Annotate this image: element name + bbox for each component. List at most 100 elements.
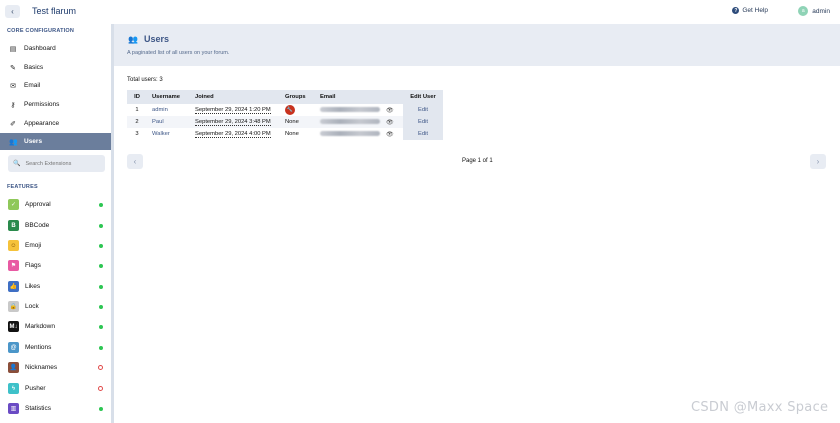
sidebar-item-appearance[interactable]: ✐ Appearance (0, 115, 111, 132)
table-row: 2 Paul September 29, 2024 3:48 PM None 👁… (127, 116, 443, 128)
user-id: 2 (127, 116, 147, 128)
sidebar-item-pusher[interactable]: ϟ Pusher (0, 379, 111, 398)
sidebar-item-label: Nicknames (25, 364, 58, 371)
key-icon: ⚷ (10, 101, 16, 109)
table-row: 3 Walker September 29, 2024 4:00 PM None… (127, 128, 443, 140)
joined-date: September 29, 2024 1:20 PM (195, 107, 271, 114)
sidebar-item-mentions[interactable]: @ Mentions (0, 338, 111, 357)
user-tag-icon: 👤 (8, 362, 19, 373)
status-enabled (99, 223, 103, 228)
user-id: 1 (135, 107, 139, 113)
column-header-username: Username (147, 90, 190, 104)
status-disabled (98, 386, 103, 391)
sidebar-item-nicknames[interactable]: 👤 Nicknames (0, 358, 111, 377)
groups-value: None (280, 116, 315, 128)
sidebar-item-emoji[interactable]: ☺ Emoji (0, 236, 111, 255)
sidebar-item-label: Pusher (25, 385, 46, 392)
envelope-icon: ✉ (10, 82, 16, 90)
sidebar-item-label: Permissions (24, 101, 60, 108)
joined-date: September 29, 2024 3:48 PM (195, 119, 271, 126)
email-hidden (320, 119, 380, 125)
chevron-left-icon: ‹ (11, 7, 14, 16)
sidebar-item-approval[interactable]: ✓ Approval (0, 195, 111, 214)
sidebar-item-permissions[interactable]: ⚷ Permissions (0, 96, 111, 113)
users-icon: 👥 (9, 138, 18, 146)
page-title: 👥 Users (128, 34, 169, 44)
groups-value: None (285, 131, 299, 137)
users-icon: 👥 (128, 34, 138, 44)
bar-chart-icon: ▥ (8, 403, 19, 414)
sidebar-item-markdown[interactable]: M↓ Markdown (0, 317, 111, 336)
status-enabled (99, 263, 103, 268)
page-description: A paginated list of all users on your fo… (127, 50, 230, 56)
admin-group-badge-icon: 🔧 (285, 105, 295, 115)
paintbrush-icon: ✐ (10, 120, 16, 128)
status-enabled (99, 243, 103, 248)
sidebar-item-label: Email (24, 82, 41, 89)
edit-user-button[interactable]: Edit (403, 128, 443, 140)
status-enabled (99, 406, 103, 411)
sidebar-item-label: Approval (25, 201, 51, 208)
sidebar-item-basics[interactable]: ✎ Basics (0, 59, 111, 76)
sidebar-item-statistics[interactable]: ▥ Statistics (0, 399, 111, 418)
sidebar-item-label: BBCode (25, 222, 50, 229)
sidebar-item-likes[interactable]: 👍 Likes (0, 277, 111, 296)
pencil-icon: ✎ (10, 64, 16, 72)
status-enabled (99, 304, 103, 309)
column-header-joined: Joined (190, 90, 280, 104)
sidebar-item-label: Mentions (25, 344, 52, 351)
column-header-email: Email (315, 90, 403, 104)
avatar: a (798, 6, 809, 16)
sidebar-item-lock[interactable]: 🔒 Lock (0, 297, 111, 316)
chevron-right-icon: › (816, 157, 820, 166)
sidebar-item-label: Appearance (24, 120, 60, 127)
sidebar-item-users[interactable]: 👥 Users (0, 133, 111, 150)
search-extensions: 🔍 (8, 155, 105, 172)
username-link[interactable]: admin (152, 107, 168, 113)
status-enabled (99, 284, 103, 289)
edit-user-button[interactable]: Edit (403, 104, 443, 116)
get-help-label: Get Help (742, 7, 768, 14)
sidebar-item-bbcode[interactable]: B BBCode (0, 216, 111, 235)
next-page-button[interactable]: › (810, 154, 826, 169)
status-disabled (98, 365, 103, 370)
sidebar-item-label: Likes (25, 283, 41, 290)
column-header-groups: Groups (280, 90, 315, 104)
email-hidden (320, 131, 380, 137)
sidebar-item-label: Flags (25, 262, 41, 269)
username-link[interactable]: Walker (152, 131, 170, 137)
features-heading: FEATURES (7, 184, 38, 190)
sidebar-item-label: Statistics (25, 405, 52, 412)
edit-user-button[interactable]: Edit (403, 116, 443, 128)
email-hidden (320, 107, 380, 113)
joined-date: September 29, 2024 4:00 PM (195, 131, 271, 138)
bolt-icon: ϟ (8, 383, 19, 394)
top-bar: ‹ Test flarum ? Get Help a admin (0, 0, 840, 24)
sidebar-item-label: Users (24, 138, 43, 145)
check-icon: ✓ (8, 199, 19, 210)
previous-page-button[interactable]: ‹ (127, 154, 143, 169)
username-link[interactable]: Paul (152, 119, 164, 125)
table-row: 1 admin September 29, 2024 1:20 PM 🔧 👁 E… (127, 104, 443, 116)
get-help-link[interactable]: ? Get Help (732, 7, 768, 14)
users-table: ID Username Joined Groups Email Edit Use… (127, 90, 443, 140)
table-header-row: ID Username Joined Groups Email Edit Use… (127, 90, 443, 104)
sidebar-item-dashboard[interactable]: ▤ Dashboard (0, 40, 111, 57)
eye-slash-icon[interactable]: 👁 (386, 108, 394, 114)
sidebar-item-label: Dashboard (24, 45, 56, 52)
user-id: 3 (135, 131, 139, 137)
flag-icon: ⚑ (8, 260, 19, 271)
page-title-text: Users (143, 34, 169, 44)
eye-slash-icon[interactable]: 👁 (386, 132, 394, 138)
eye-slash-icon[interactable]: 👁 (386, 120, 394, 126)
sidebar-item-email[interactable]: ✉ Email (0, 77, 111, 94)
search-extensions-input[interactable] (25, 160, 105, 167)
sidebar-item-flags[interactable]: ⚑ Flags (0, 256, 111, 275)
back-button[interactable]: ‹ (5, 5, 20, 18)
lock-icon: 🔒 (8, 301, 19, 312)
status-enabled (99, 324, 103, 329)
forum-title[interactable]: Test flarum (32, 6, 76, 16)
sidebar-item-label: Lock (25, 303, 39, 310)
sidebar-item-label: Emoji (25, 242, 42, 249)
user-menu[interactable]: a admin (798, 6, 830, 16)
